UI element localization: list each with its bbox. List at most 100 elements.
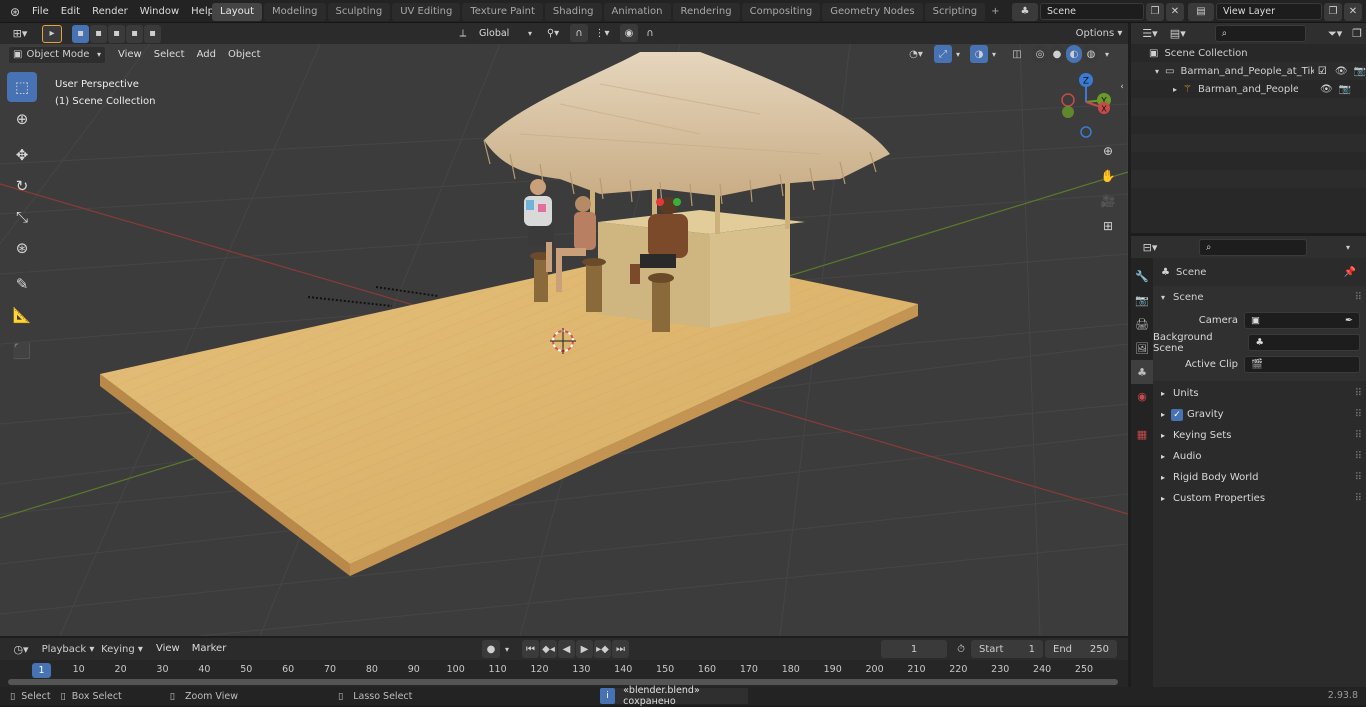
tab-shading[interactable]: Shading — [544, 3, 602, 21]
add-cube-tool-icon[interactable]: ⬛ — [7, 336, 37, 366]
background-scene-field[interactable]: ♣ — [1248, 334, 1360, 351]
wireframe-shading-icon[interactable]: ◎ — [1032, 45, 1048, 63]
options-dropdown[interactable]: Options ▾ — [1074, 24, 1124, 42]
camera-visibility-icon[interactable]: 📷 — [1339, 84, 1351, 95]
expand-collection-icon[interactable]: ▾ — [1155, 67, 1159, 76]
tab-animation[interactable]: Animation — [603, 3, 671, 21]
scene-field[interactable]: Scene — [1040, 3, 1144, 20]
include-checkbox-icon[interactable]: ☑ — [1318, 66, 1327, 77]
tab-scripting[interactable]: Scripting — [924, 3, 986, 21]
transform-tool-icon[interactable]: ⊛ — [7, 233, 37, 263]
render-tab-icon[interactable]: 📷 — [1131, 288, 1153, 312]
tab-geometry-nodes[interactable]: Geometry Nodes — [822, 3, 923, 21]
delete-scene-icon[interactable]: ✕ — [1166, 2, 1184, 21]
select-extend-icon[interactable]: ▪ — [90, 24, 107, 43]
visibility-icon[interactable]: ◔▾ — [902, 45, 930, 63]
menu-edit[interactable]: Edit — [55, 0, 86, 23]
record-icon[interactable]: ● — [482, 640, 500, 658]
view-layer-browse-icon[interactable]: ▤ — [1188, 2, 1214, 21]
viewport-menu-select[interactable]: Select — [148, 44, 191, 65]
start-frame-field[interactable]: Start 1 — [971, 640, 1043, 658]
eyedropper-icon[interactable]: ✒ — [1345, 313, 1353, 328]
3d-viewport[interactable]: User Perspective (1) Scene Collection ⬚ … — [0, 44, 1128, 636]
timeline-scrollbar[interactable] — [8, 679, 1118, 685]
world-tab-icon[interactable]: ◉ — [1131, 384, 1153, 408]
scene-tab-icon[interactable]: ♣ — [1131, 360, 1153, 384]
drag-handle-icon[interactable]: ⠿ — [1355, 409, 1362, 420]
stopwatch-icon[interactable]: ⏱ — [953, 640, 969, 658]
menu-render[interactable]: Render — [86, 0, 134, 23]
viewport-menu-view[interactable]: View — [112, 44, 148, 65]
navigation-gizmo[interactable]: Z Y X — [1056, 70, 1116, 138]
camera-view-icon[interactable]: 🎥 — [1097, 190, 1119, 212]
view-layer-tab-icon[interactable]: 🖼 — [1131, 336, 1153, 360]
drag-handle-icon[interactable]: ⠿ — [1355, 451, 1362, 462]
gravity-panel[interactable]: ▸ ✓ Gravity ⠿ — [1153, 404, 1366, 425]
overlay-toggle-icon[interactable]: ◑ — [970, 45, 988, 63]
new-scene-icon[interactable]: ❐ — [1146, 2, 1164, 21]
save-notification[interactable]: i «blender.blend» сохранено — [600, 685, 748, 707]
display-mode-icon[interactable]: ▤▾ — [1165, 25, 1191, 43]
editor-type-icon[interactable]: ⊞▾ — [6, 25, 34, 43]
menu-file[interactable]: File — [26, 0, 55, 23]
material-shading-icon[interactable]: ◐ — [1066, 45, 1082, 63]
drag-handle-icon[interactable]: ⠿ — [1355, 292, 1362, 303]
pin-icon[interactable]: 📌 — [1344, 267, 1356, 278]
shading-dropdown-icon[interactable]: ▾ — [1101, 45, 1113, 63]
drag-handle-icon[interactable]: ⠿ — [1355, 472, 1362, 483]
scene-panel-title[interactable]: Scene — [1173, 292, 1204, 303]
custom-properties-panel[interactable]: ▸ Custom Properties ⠿ — [1153, 488, 1366, 509]
object-mode-select[interactable]: ▣ Object Mode ▾ — [8, 45, 106, 64]
falloff-icon[interactable]: ∩ — [640, 24, 660, 42]
xray-icon[interactable]: ◫ — [1008, 45, 1026, 63]
playback-menu[interactable]: Playback ▾ — [40, 640, 96, 658]
tab-texture-paint[interactable]: Texture Paint — [462, 3, 543, 21]
outliner-editor-type-icon[interactable]: ☰▾ — [1137, 25, 1163, 43]
camera-field[interactable]: ▣ ✒ — [1244, 312, 1360, 329]
tab-rendering[interactable]: Rendering — [672, 3, 740, 21]
tab-compositing[interactable]: Compositing — [741, 3, 821, 21]
select-intersect-icon[interactable]: ▪ — [144, 24, 161, 43]
scale-tool-icon[interactable]: ⤡ — [7, 202, 37, 232]
pan-view-icon[interactable]: ✋ — [1097, 165, 1119, 187]
rotate-tool-icon[interactable]: ↻ — [7, 171, 37, 201]
solid-shading-icon[interactable]: ● — [1049, 45, 1065, 63]
frame-ruler[interactable]: 1 10 20 30 40 50 60 70 80 90 100 110 120 130 140 150 16… — [0, 660, 1128, 688]
gizmo-toggle-icon[interactable]: ⤢ — [934, 45, 952, 63]
rendered-shading-icon[interactable]: ◍ — [1083, 45, 1099, 63]
timeline-menu-marker[interactable]: Marker — [186, 638, 233, 660]
move-tool-icon[interactable]: ✥ — [7, 140, 37, 170]
collection-label[interactable]: Barman_and_People_at_Tiki_ — [1180, 66, 1313, 77]
current-frame-field[interactable]: 1 — [881, 640, 947, 658]
snap-icon[interactable]: ∩ — [570, 24, 588, 42]
transform-orientation-select[interactable]: Global — [472, 24, 524, 42]
rigid-body-world-panel[interactable]: ▸ Rigid Body World ⠿ — [1153, 467, 1366, 488]
select-subtract-icon[interactable]: ▪ — [108, 24, 125, 43]
measure-tool-icon[interactable]: 📐 — [7, 300, 37, 330]
playhead[interactable]: 1 — [32, 663, 51, 678]
delete-view-layer-icon[interactable]: ✕ — [1344, 2, 1362, 21]
jump-end-icon[interactable]: ⏭ — [612, 640, 629, 658]
jump-start-icon[interactable]: ⏮ — [522, 640, 539, 658]
auto-key-dropdown-icon[interactable]: ▾ — [500, 640, 514, 658]
next-keyframe-icon[interactable]: ▸◆ — [594, 640, 611, 658]
drag-handle-icon[interactable]: ⠿ — [1355, 493, 1362, 504]
properties-search-input[interactable]: ⌕ — [1199, 238, 1307, 256]
end-frame-field[interactable]: End 250 — [1045, 640, 1117, 658]
blender-logo-icon[interactable]: ⊛ — [4, 3, 26, 21]
select-invert-icon[interactable]: ▪ — [126, 24, 143, 43]
add-workspace-button[interactable]: + — [987, 3, 1003, 21]
expand-scene-panel-icon[interactable]: ▾ — [1161, 293, 1165, 302]
viewport-scene[interactable] — [0, 44, 1128, 636]
select-tool-icon[interactable]: ▸ — [42, 24, 62, 43]
zoom-view-icon[interactable]: ⊕ — [1097, 140, 1119, 162]
pivot-point-icon[interactable]: ⚲▾ — [540, 24, 566, 42]
chevron-down-icon[interactable]: ▾ — [524, 24, 536, 42]
properties-editor-type-icon[interactable]: ⊟▾ — [1137, 238, 1163, 256]
new-collection-icon[interactable]: ❐ — [1348, 25, 1366, 43]
expand-object-icon[interactable]: ▸ — [1173, 85, 1177, 94]
viewport-menu-add[interactable]: Add — [191, 44, 222, 65]
view-layer-field[interactable]: View Layer — [1216, 3, 1322, 20]
snap-target-icon[interactable]: ⋮▾ — [590, 24, 614, 42]
proportional-edit-icon[interactable]: ◉ — [620, 24, 638, 42]
